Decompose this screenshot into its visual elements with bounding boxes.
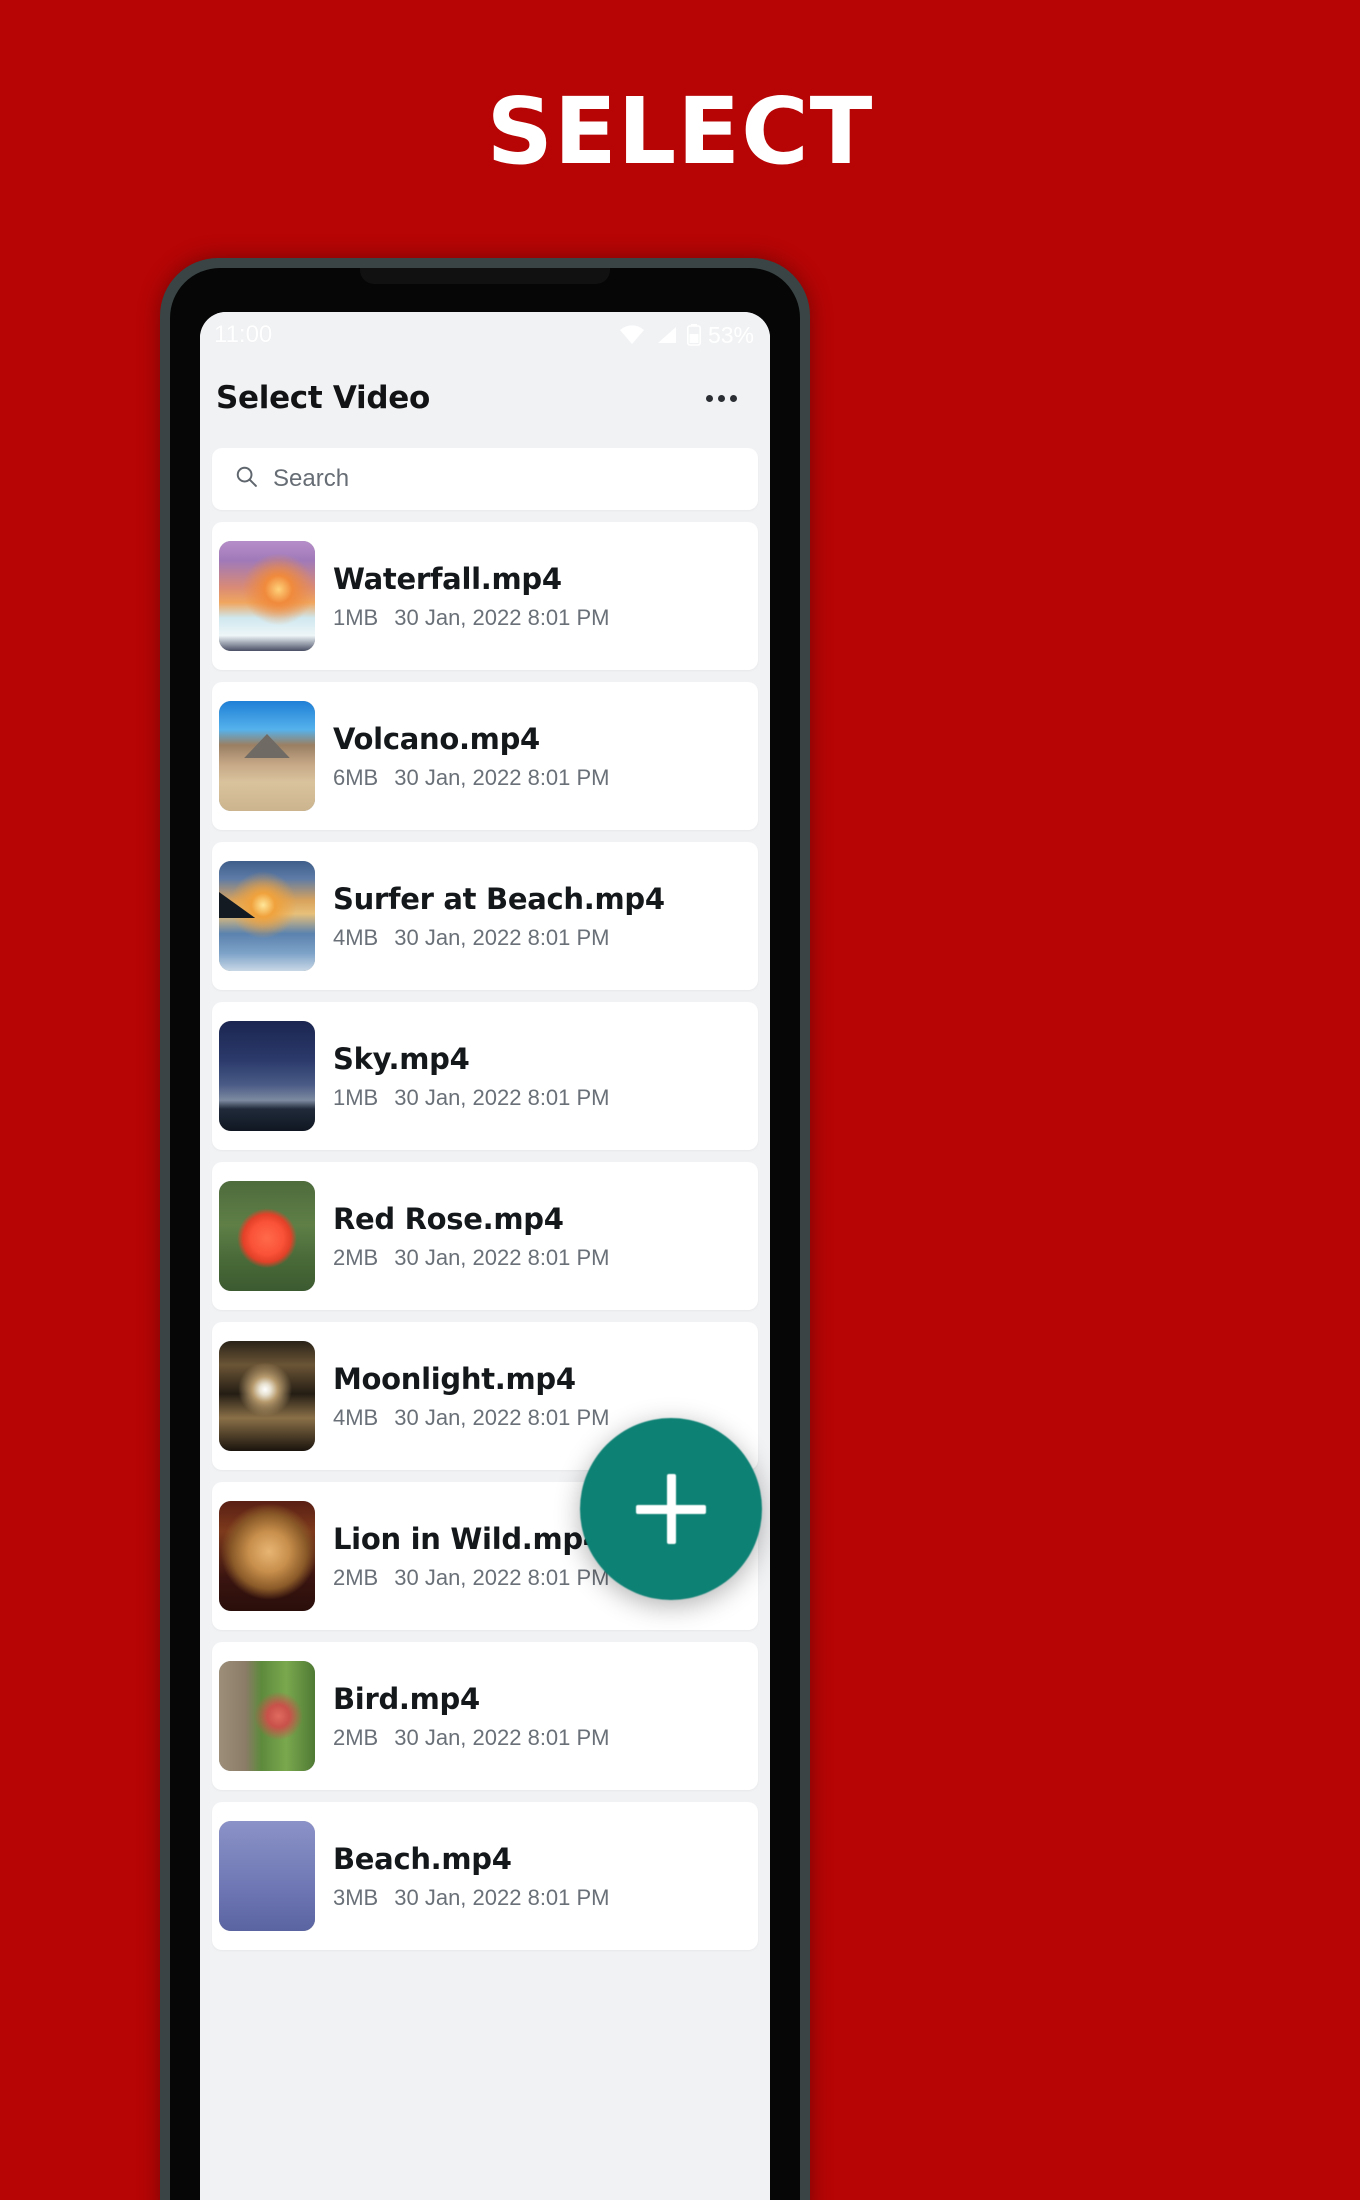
list-item[interactable]: Volcano.mp4 6MB 30 Jan, 2022 8:01 PM xyxy=(212,682,758,830)
video-filename: Waterfall.mp4 xyxy=(333,561,562,596)
list-item[interactable]: Surfer at Beach.mp4 4MB 30 Jan, 2022 8:01 … xyxy=(212,842,758,990)
video-filename: Moonlight.mp4 xyxy=(333,1361,576,1396)
phone-screen: 11:00 53% Select Video Search Waterfall.… xyxy=(200,312,770,2200)
video-date: 30 Jan, 2022 8:01 PM xyxy=(394,924,610,950)
video-filename: Surfer at Beach.mp4 xyxy=(333,881,665,916)
video-filesize: 4MB xyxy=(333,1404,379,1430)
video-filesize: 2MB xyxy=(333,1724,379,1750)
video-subtitle: 3MB 30 Jan, 2022 8:01 PM xyxy=(333,1885,610,1911)
video-filesize: 1MB xyxy=(333,604,379,630)
status-bar: 11:00 53% xyxy=(200,312,770,358)
video-list-scroll-area[interactable]: Search Waterfall.mp4 1MB 30 Jan, 2022 8:01… xyxy=(200,438,770,2200)
video-date: 30 Jan, 2022 8:01 PM xyxy=(394,604,610,630)
video-thumbnail xyxy=(219,1501,315,1611)
status-icon-group: 53% xyxy=(619,322,754,349)
video-filename: Volcano.mp4 xyxy=(333,721,540,756)
battery-icon xyxy=(686,324,701,346)
thumbnail-image xyxy=(219,1821,315,1931)
video-thumbnail xyxy=(219,701,315,811)
video-subtitle: 2MB 30 Jan, 2022 8:01 PM xyxy=(333,1245,610,1271)
video-thumbnail xyxy=(219,1181,315,1291)
video-meta: Waterfall.mp4 1MB 30 Jan, 2022 8:01 PM xyxy=(315,562,610,631)
video-subtitle: 4MB 30 Jan, 2022 8:01 PM xyxy=(333,925,665,951)
video-filename: Red Rose.mp4 xyxy=(333,1201,564,1236)
video-thumbnail xyxy=(219,861,315,971)
video-filesize: 4MB xyxy=(333,924,379,950)
list-item[interactable]: Bird.mp4 2MB 30 Jan, 2022 8:01 PM xyxy=(212,1642,758,1790)
video-meta: Moonlight.mp4 4MB 30 Jan, 2022 8:01 PM xyxy=(315,1362,610,1431)
list-item[interactable]: Waterfall.mp4 1MB 30 Jan, 2022 8:01 PM xyxy=(212,522,758,670)
phone-frame: 11:00 53% Select Video Search Waterfall.… xyxy=(160,258,810,2200)
thumbnail-image xyxy=(219,1661,315,1771)
thumbnail-image xyxy=(219,701,315,811)
thumbnail-image xyxy=(219,1181,315,1291)
signal-icon xyxy=(654,325,678,345)
video-filename: Sky.mp4 xyxy=(333,1041,470,1076)
promo-screenshot: SELECT 11:00 53% Select Video Search Wat… xyxy=(0,0,1360,2200)
phone-bezel: 11:00 53% Select Video Search Waterfall.… xyxy=(170,268,800,2200)
video-date: 30 Jan, 2022 8:01 PM xyxy=(394,764,610,790)
page-title: Select Video xyxy=(216,380,430,416)
video-subtitle: 1MB 30 Jan, 2022 8:01 PM xyxy=(333,1085,610,1111)
battery-percent-label: 53% xyxy=(707,321,754,348)
search-input[interactable]: Search xyxy=(212,448,758,510)
video-meta: Red Rose.mp4 2MB 30 Jan, 2022 8:01 PM xyxy=(315,1202,610,1271)
video-date: 30 Jan, 2022 8:01 PM xyxy=(394,1564,610,1590)
thumbnail-image xyxy=(219,861,315,971)
video-date: 30 Jan, 2022 8:01 PM xyxy=(394,1244,610,1270)
video-meta: Sky.mp4 1MB 30 Jan, 2022 8:01 PM xyxy=(315,1042,610,1111)
video-meta: Lion in Wild.mp4 2MB 30 Jan, 2022 8:01 PM xyxy=(315,1522,610,1591)
phone-notch xyxy=(360,268,610,284)
video-meta: Bird.mp4 2MB 30 Jan, 2022 8:01 PM xyxy=(315,1682,610,1751)
promo-headline: SELECT xyxy=(486,78,874,185)
search-icon xyxy=(234,464,259,494)
video-date: 30 Jan, 2022 8:01 PM xyxy=(394,1404,610,1430)
video-filesize: 6MB xyxy=(333,764,379,790)
video-filesize: 3MB xyxy=(333,1884,379,1910)
video-filesize: 2MB xyxy=(333,1564,379,1590)
list-item[interactable]: Red Rose.mp4 2MB 30 Jan, 2022 8:01 PM xyxy=(212,1162,758,1310)
video-thumbnail xyxy=(219,1341,315,1451)
status-clock: 11:00 xyxy=(214,321,273,348)
add-button[interactable] xyxy=(580,1418,762,1600)
video-meta: Beach.mp4 3MB 30 Jan, 2022 8:01 PM xyxy=(315,1842,610,1911)
thumbnail-image xyxy=(219,1341,315,1451)
video-date: 30 Jan, 2022 8:01 PM xyxy=(394,1724,610,1750)
video-thumbnail xyxy=(219,1021,315,1131)
app-bar: Select Video xyxy=(200,358,770,438)
thumbnail-image xyxy=(219,1501,315,1611)
video-filesize: 1MB xyxy=(333,1084,379,1110)
video-subtitle: 1MB 30 Jan, 2022 8:01 PM xyxy=(333,605,610,631)
video-thumbnail xyxy=(219,541,315,651)
list-item[interactable]: Beach.mp4 3MB 30 Jan, 2022 8:01 PM xyxy=(212,1802,758,1950)
search-placeholder: Search xyxy=(273,465,350,492)
video-meta: Surfer at Beach.mp4 4MB 30 Jan, 2022 8:01 … xyxy=(315,882,665,951)
list-item[interactable]: Sky.mp4 1MB 30 Jan, 2022 8:01 PM xyxy=(212,1002,758,1150)
overflow-menu-icon[interactable] xyxy=(700,377,742,419)
video-filename: Bird.mp4 xyxy=(333,1681,480,1716)
video-subtitle: 2MB 30 Jan, 2022 8:01 PM xyxy=(333,1565,610,1591)
wifi-icon xyxy=(619,325,645,345)
video-filename: Lion in Wild.mp4 xyxy=(333,1521,603,1556)
video-thumbnail xyxy=(219,1661,315,1771)
video-filename: Beach.mp4 xyxy=(333,1841,512,1876)
plus-icon-horizontal xyxy=(636,1504,706,1514)
video-subtitle: 2MB 30 Jan, 2022 8:01 PM xyxy=(333,1725,610,1751)
video-meta: Volcano.mp4 6MB 30 Jan, 2022 8:01 PM xyxy=(315,722,610,791)
video-date: 30 Jan, 2022 8:01 PM xyxy=(394,1884,610,1910)
video-date: 30 Jan, 2022 8:01 PM xyxy=(394,1084,610,1110)
thumbnail-image xyxy=(219,541,315,651)
thumbnail-image xyxy=(219,1021,315,1131)
video-subtitle: 6MB 30 Jan, 2022 8:01 PM xyxy=(333,765,610,791)
video-subtitle: 4MB 30 Jan, 2022 8:01 PM xyxy=(333,1405,610,1431)
video-thumbnail xyxy=(219,1821,315,1931)
video-filesize: 2MB xyxy=(333,1244,379,1270)
video-list: Waterfall.mp4 1MB 30 Jan, 2022 8:01 PM Volc… xyxy=(200,522,770,1950)
